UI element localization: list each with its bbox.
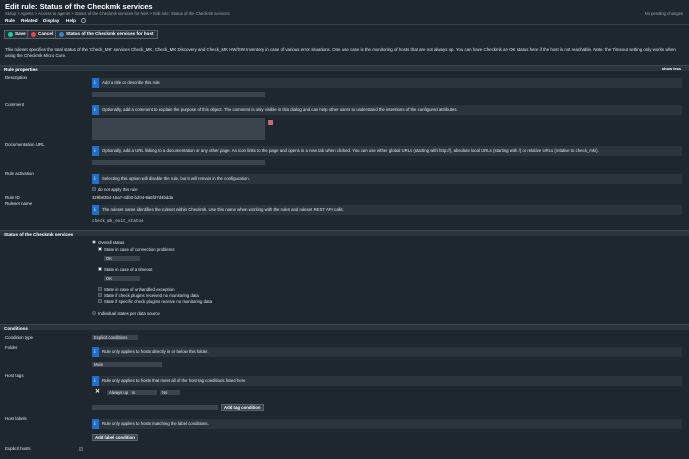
comment-label: Comment — [5, 102, 25, 107]
individual-states-label: Individual states per data source — [98, 310, 160, 316]
menu-rule[interactable]: Rule — [5, 18, 15, 24]
breadcrumb[interactable]: Setup > Agents > Access to agents > Stat… — [5, 11, 230, 16]
info-icon: i — [94, 106, 96, 112]
info-icon: i — [94, 206, 96, 212]
info-icon[interactable] — [81, 18, 86, 23]
doc-url-help: i Optionally, add a URL linking to a docu… — [92, 146, 682, 156]
activation-help: i Selecting this option will disable the … — [92, 174, 682, 184]
section-rule-properties[interactable]: Rule properties — [0, 65, 689, 72]
unhandled-label: State in case of unhandled exception — [104, 286, 175, 292]
disable-rule-label: do not apply this rule — [98, 186, 138, 192]
condition-type-label: Condition type — [5, 335, 34, 340]
folder-select[interactable]: Main — [92, 362, 162, 367]
overall-status-label: Overall status — [98, 239, 125, 245]
timeout-label: State in case of a timeout — [104, 266, 153, 272]
timeout-select[interactable]: OK — [104, 276, 140, 281]
folder-help: i Rule only applies to hosts directly in … — [92, 347, 682, 357]
menu-bar — [0, 17, 689, 25]
host-rules-button[interactable]: Status of the Checkmk services for host — [55, 29, 158, 39]
tag-group-add-select[interactable] — [92, 405, 218, 410]
show-less-button[interactable]: show less — [662, 66, 681, 71]
no-plugins-checkbox[interactable] — [98, 293, 102, 297]
add-label-condition-button[interactable]: Add label condition — [92, 434, 138, 441]
host-labels-help: i Rule only applies to hosts matching the… — [92, 419, 682, 429]
menu-display[interactable]: Display — [43, 18, 59, 24]
tag-value-select[interactable]: No — [160, 390, 180, 395]
info-icon: i — [94, 79, 96, 85]
no-plugins-label: State if check plugins received no monit… — [104, 292, 199, 298]
specific-plugins-checkbox[interactable] — [98, 299, 102, 303]
cancel-icon — [31, 31, 36, 37]
delete-tag-icon[interactable]: ✕ — [95, 389, 100, 397]
save-icon — [8, 31, 13, 37]
individual-states-radio[interactable] — [92, 311, 96, 315]
pending-changes[interactable]: No pending changes — [645, 11, 683, 16]
ruleset-intro: This ruleset specifies the total status … — [5, 47, 676, 58]
conn-problems-select[interactable]: OK — [104, 256, 140, 261]
unhandled-checkbox[interactable] — [98, 287, 102, 291]
doc-url-input[interactable] — [92, 160, 265, 165]
host-labels-label: Host labels — [5, 416, 27, 421]
page-title: Edit rule: Status of the Checkmk service… — [5, 2, 153, 11]
condition-type-select[interactable]: Explicit conditions — [92, 335, 138, 340]
rule-id-label: Rule ID — [5, 195, 20, 200]
ruleset-name-value: check_mk_exit_status — [92, 219, 144, 224]
ruleset-name-help: i The ruleset name identifies the ruleset… — [92, 205, 682, 215]
activation-label: Rule activation — [5, 171, 34, 176]
save-button[interactable]: Save — [4, 29, 30, 39]
host-tags-label: Host tags — [5, 373, 24, 378]
section-status[interactable]: Status of the Checkmk services — [0, 230, 689, 237]
conn-problems-label: State in case of connection problems — [104, 246, 175, 252]
cancel-button[interactable]: Cancel — [27, 29, 58, 39]
specific-plugins-label: State if specific check plugins receive … — [104, 298, 212, 304]
explicit-hosts-checkbox[interactable] — [79, 447, 83, 451]
menu-help[interactable]: Help — [66, 18, 76, 24]
comment-help: i Optionally, add a comment to explain th… — [92, 105, 682, 115]
ruleset-name-label: Ruleset name — [5, 201, 33, 206]
tag-group-select[interactable]: Always up is — [107, 390, 157, 395]
section-conditions[interactable]: Conditions — [0, 324, 689, 331]
info-icon: i — [94, 147, 96, 153]
description-label: Description — [5, 75, 27, 80]
conn-problems-checkbox[interactable] — [98, 247, 102, 251]
description-help: i Add a title or describe this rule — [92, 78, 682, 88]
doc-url-label: Documentation URL — [5, 142, 45, 147]
info-icon: i — [94, 420, 96, 426]
timeout-checkbox[interactable] — [98, 267, 102, 271]
disable-rule-checkbox[interactable] — [92, 187, 96, 191]
menu-related[interactable]: Related — [21, 18, 38, 24]
rules-icon — [59, 31, 64, 37]
info-icon: i — [94, 348, 96, 354]
rule-id-value: 329b8354-15a7-4db0-b204-9a6f37d4bdda — [92, 195, 173, 200]
info-icon: i — [94, 377, 96, 383]
host-tags-help: i Rule only applies to hosts that meet al… — [92, 376, 682, 386]
description-input[interactable] — [92, 92, 265, 97]
timestamp-icon[interactable] — [268, 120, 273, 125]
comment-textarea[interactable] — [92, 118, 265, 140]
add-tag-condition-button[interactable]: Add tag condition — [221, 404, 264, 411]
explicit-hosts-label: Explicit hosts — [5, 446, 31, 451]
folder-label: Folder — [5, 345, 18, 350]
overall-status-radio[interactable] — [92, 240, 96, 244]
info-icon: i — [94, 175, 96, 181]
